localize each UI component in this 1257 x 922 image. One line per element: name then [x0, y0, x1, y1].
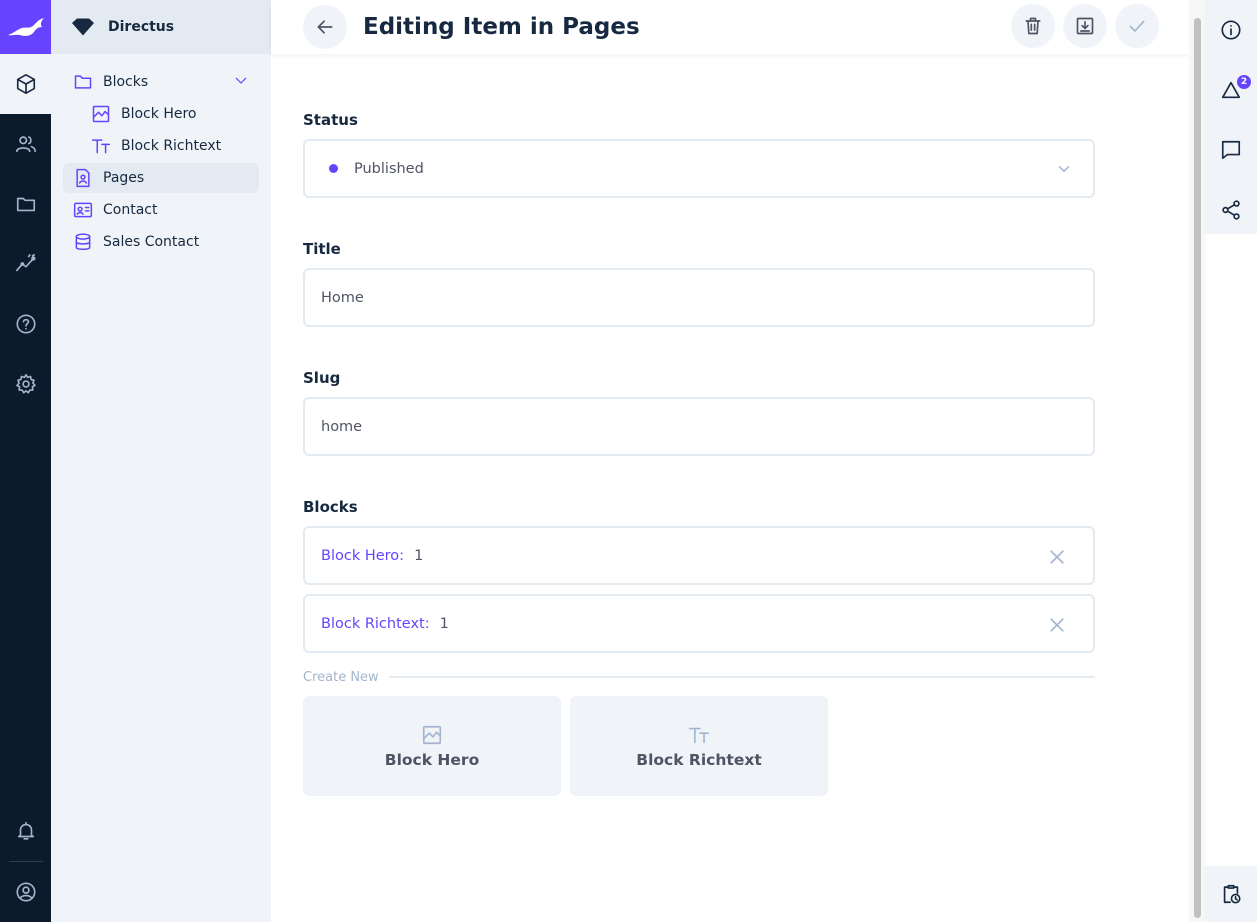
save-button[interactable] [1115, 4, 1159, 48]
check-icon [1129, 20, 1145, 32]
module-user-directory[interactable] [0, 114, 51, 174]
share-icon [1222, 200, 1240, 220]
block-type: Block Hero: [321, 547, 405, 564]
nav-item-pages[interactable]: Pages [63, 163, 259, 193]
nav-item-label: Pages [103, 170, 145, 186]
archive-icon [1076, 17, 1094, 35]
help-icon [15, 314, 36, 334]
module-settings[interactable] [0, 354, 51, 414]
database-icon [75, 233, 91, 251]
block-value: 1 [439, 615, 449, 632]
share-button[interactable] [1205, 180, 1257, 240]
project-name: Directus [108, 19, 175, 35]
comment-icon [1221, 140, 1241, 160]
comments-button[interactable] [1205, 120, 1257, 180]
nav-item-contact[interactable]: Contact [63, 195, 259, 225]
image-icon [92, 105, 110, 123]
revisions-button[interactable]: 2 [1205, 60, 1257, 120]
block-type: Block Richtext: [321, 615, 430, 632]
create-new-label: Create New [303, 669, 379, 685]
shortcuts-button[interactable] [1205, 866, 1257, 922]
module-content[interactable] [0, 54, 51, 114]
gear-icon [15, 374, 36, 394]
clipboard-clock-icon [1223, 884, 1241, 904]
module-file-library[interactable] [0, 174, 51, 234]
blocks-label: Blocks [303, 498, 358, 516]
status-select[interactable]: Published [303, 139, 1095, 198]
users-icon [15, 136, 36, 153]
slug-value: home [321, 418, 363, 435]
image-icon [422, 725, 442, 744]
insights-icon [15, 254, 36, 272]
contact-card-icon [73, 202, 93, 218]
create-new-divider: Create New [303, 668, 1095, 686]
revisions-count-badge: 2 [1237, 75, 1251, 89]
project-header[interactable]: Directus [51, 0, 271, 54]
page-title: Editing Item in Pages [363, 14, 640, 40]
nav-item-label: Sales Contact [103, 234, 200, 250]
module-insights[interactable] [0, 234, 51, 294]
text-format-icon [91, 139, 111, 154]
close-icon[interactable] [1047, 547, 1067, 567]
create-option-label: Block Richtext [636, 750, 762, 769]
nav-item-block-richtext[interactable]: Block Richtext [63, 131, 259, 161]
info-icon [1221, 20, 1241, 40]
nav-item-label: Block Richtext [121, 138, 222, 154]
header-actions [1011, 4, 1159, 48]
cube-icon [16, 74, 35, 94]
back-button[interactable] [303, 5, 347, 49]
nav-item-label: Contact [103, 202, 158, 218]
project-logo-icon [72, 18, 94, 36]
nav-item-blocks[interactable]: Blocks [63, 67, 259, 97]
nav-item-label: Blocks [103, 74, 149, 90]
page-header: Editing Item in Pages [271, 0, 1189, 54]
collection-list: Blocks Block Hero Block Richtext Pages C… [51, 54, 271, 257]
main-scrollbar[interactable] [1189, 0, 1205, 922]
slug-input[interactable]: home [303, 397, 1095, 456]
status-dot-icon [329, 164, 338, 173]
title-value: Home [321, 289, 364, 306]
title-label: Title [303, 240, 341, 258]
rabbit-logo-icon [7, 18, 44, 36]
status-value: Published [354, 160, 424, 177]
block-item[interactable]: Block Richtext: 1 [303, 594, 1095, 653]
scrollbar-thumb[interactable] [1194, 18, 1201, 918]
navigation-sidebar: Directus Blocks Block Hero Block Richtex… [51, 0, 271, 922]
user-menu[interactable] [0, 862, 51, 922]
create-option-label: Block Hero [384, 750, 480, 769]
folder-icon [74, 75, 92, 89]
directus-logo[interactable] [0, 0, 51, 54]
slug-label: Slug [303, 369, 341, 387]
module-help[interactable] [0, 294, 51, 354]
nav-item-label: Block Hero [121, 106, 197, 122]
divider-line [388, 676, 1095, 678]
chevron-down-icon[interactable] [233, 73, 249, 89]
title-input[interactable]: Home [303, 268, 1095, 327]
right-sidebar: 2 [1205, 0, 1257, 922]
block-value: 1 [414, 547, 424, 564]
sidebar-actions: 2 [1205, 0, 1257, 234]
nav-item-sales-contact[interactable]: Sales Contact [63, 227, 259, 257]
info-button[interactable] [1205, 0, 1257, 60]
trash-icon [1025, 17, 1041, 35]
create-block-richtext-button[interactable]: Block Richtext [570, 696, 828, 796]
user-avatar-icon [15, 882, 36, 902]
module-bar [0, 0, 51, 922]
block-item[interactable]: Block Hero: 1 [303, 526, 1095, 585]
arrow-back-icon [317, 20, 333, 34]
close-icon[interactable] [1047, 615, 1067, 635]
page-icon [76, 168, 90, 188]
chevron-down-icon [1058, 166, 1070, 172]
nav-item-block-hero[interactable]: Block Hero [63, 99, 259, 129]
archive-button[interactable] [1063, 4, 1107, 48]
notifications-bell[interactable] [0, 801, 51, 861]
folder-icon [16, 197, 35, 212]
text-format-icon [689, 727, 709, 743]
bell-icon [17, 821, 34, 840]
delete-button[interactable] [1011, 4, 1055, 48]
create-block-hero-button[interactable]: Block Hero [303, 696, 561, 796]
status-label: Status [303, 111, 358, 129]
